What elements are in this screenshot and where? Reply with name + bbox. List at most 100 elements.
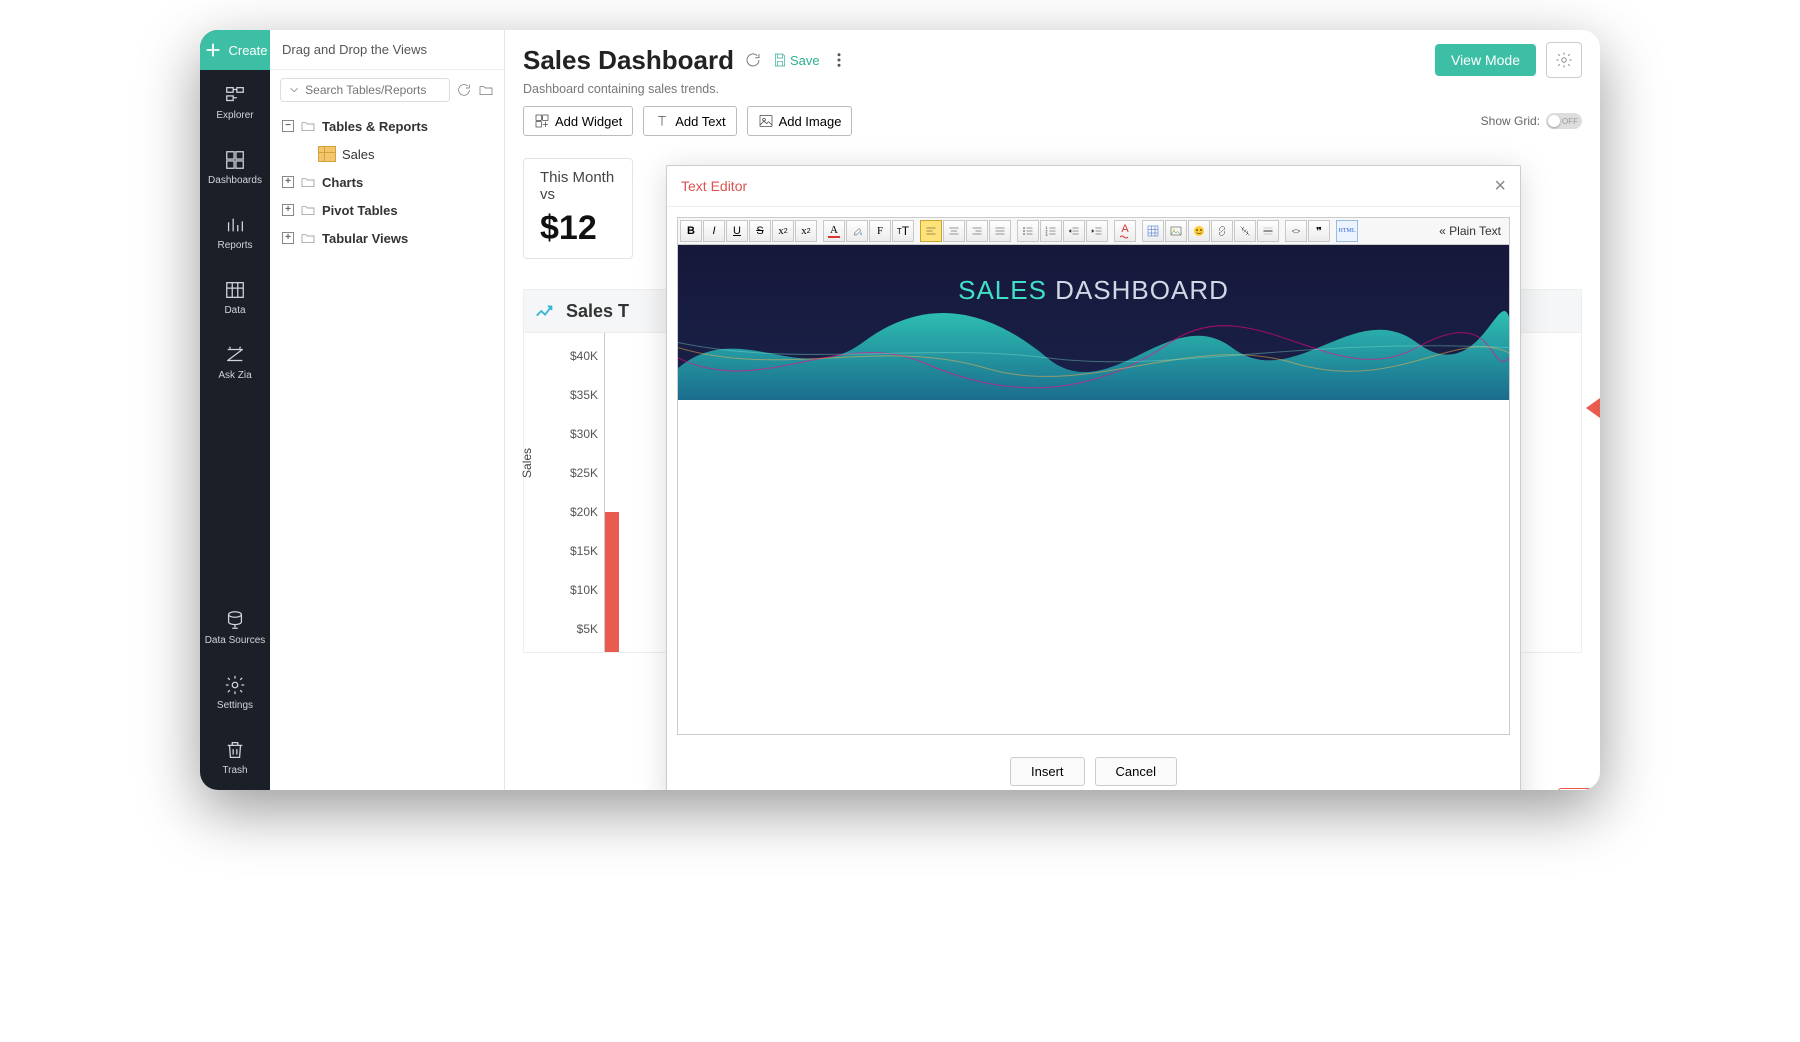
- folder-icon: [300, 202, 316, 218]
- save-icon: [772, 52, 788, 68]
- strike-button[interactable]: S: [749, 220, 771, 242]
- hr-button[interactable]: [1257, 220, 1279, 242]
- nav-explorer[interactable]: Explorer: [200, 70, 270, 135]
- plain-text-toggle[interactable]: « Plain Text: [1439, 224, 1507, 238]
- nav-trash-label: Trash: [222, 765, 247, 776]
- y-tick: $10K: [530, 583, 598, 597]
- banner-waves-icon: [678, 245, 1509, 400]
- font-family-button[interactable]: F: [869, 220, 891, 242]
- table-button[interactable]: [1142, 220, 1164, 242]
- reports-icon: [224, 214, 246, 236]
- trash-icon: [224, 739, 246, 761]
- underline-button[interactable]: U: [726, 220, 748, 242]
- gear-icon: [1555, 51, 1573, 69]
- banner-title-1: SALES: [958, 275, 1047, 305]
- settings-button[interactable]: [1546, 42, 1582, 78]
- expand-icon[interactable]: +: [282, 204, 294, 216]
- nav-datasources[interactable]: Data Sources: [200, 595, 270, 660]
- nav-askzia[interactable]: Ask Zia: [200, 330, 270, 395]
- modal-footer: Insert Cancel: [667, 745, 1520, 790]
- tree-sales[interactable]: Sales: [278, 140, 496, 168]
- banner-title: SALES DASHBOARD: [678, 275, 1509, 306]
- show-grid-label: Show Grid:: [1481, 114, 1540, 128]
- add-text-button[interactable]: Add Text: [643, 106, 736, 136]
- folder-icon: [300, 174, 316, 190]
- italic-button[interactable]: I: [703, 220, 725, 242]
- more-icon[interactable]: [830, 51, 848, 69]
- refresh-icon[interactable]: [456, 82, 472, 98]
- html-button[interactable]: <>: [1285, 220, 1307, 242]
- create-button[interactable]: Create: [200, 30, 270, 70]
- folder-icon: [300, 230, 316, 246]
- view-mode-button[interactable]: View Mode: [1435, 44, 1536, 76]
- subscript-button[interactable]: x2: [772, 220, 794, 242]
- askzia-icon: [224, 344, 246, 366]
- nav-askzia-label: Ask Zia: [218, 370, 251, 381]
- indent-button[interactable]: [1086, 220, 1108, 242]
- nav-settings-label: Settings: [217, 700, 253, 711]
- unlink-button[interactable]: [1234, 220, 1256, 242]
- nav-reports[interactable]: Reports: [200, 200, 270, 265]
- collapse-icon[interactable]: −: [282, 120, 294, 132]
- close-icon[interactable]: ×: [1494, 176, 1506, 196]
- ul-button[interactable]: [1017, 220, 1039, 242]
- nav-settings[interactable]: Settings: [200, 660, 270, 725]
- tree-pivot[interactable]: + Pivot Tables: [278, 196, 496, 224]
- source-button[interactable]: HTML: [1336, 220, 1358, 242]
- kpi-card[interactable]: This Month vs $12: [523, 158, 633, 259]
- search-input-wrap[interactable]: [280, 78, 450, 102]
- tree-pivot-label: Pivot Tables: [322, 203, 398, 218]
- text-icon: [654, 113, 670, 129]
- text-editor-modal: Text Editor × B I U S x2 x2 A F TT: [666, 165, 1521, 790]
- bold-button[interactable]: B: [680, 220, 702, 242]
- add-widget-button[interactable]: Add Widget: [523, 106, 633, 136]
- banner-title-2: DASHBOARD: [1055, 275, 1229, 305]
- nav-datasources-label: Data Sources: [205, 635, 266, 646]
- nav-reports-label: Reports: [217, 240, 252, 251]
- folder-icon[interactable]: [478, 82, 494, 98]
- link-button[interactable]: [1211, 220, 1233, 242]
- nav-dashboards[interactable]: Dashboards: [200, 135, 270, 200]
- vertical-nav: Create Explorer Dashboards Reports Data …: [200, 30, 270, 790]
- insert-image-button[interactable]: [1165, 220, 1187, 242]
- editor-canvas[interactable]: SALES DASHBOARD: [677, 245, 1510, 735]
- y-tick: $5K: [530, 622, 598, 636]
- align-justify-button[interactable]: [989, 220, 1011, 242]
- align-right-button[interactable]: [966, 220, 988, 242]
- trend-icon: [534, 300, 556, 322]
- image-icon: [758, 113, 774, 129]
- cancel-button[interactable]: Cancel: [1095, 757, 1177, 786]
- show-grid-control: Show Grid: OFF: [1481, 113, 1582, 129]
- show-grid-toggle[interactable]: OFF: [1546, 113, 1582, 129]
- bg-color-button[interactable]: [846, 220, 868, 242]
- nav-dashboards-label: Dashboards: [208, 175, 262, 186]
- expand-icon[interactable]: +: [282, 232, 294, 244]
- search-input[interactable]: [305, 83, 443, 97]
- font-color-button[interactable]: A: [823, 220, 845, 242]
- modal-body: B I U S x2 x2 A F TT 123: [667, 207, 1520, 745]
- font-size-button[interactable]: TT: [892, 220, 914, 242]
- emoji-button[interactable]: [1188, 220, 1210, 242]
- save-button[interactable]: Save: [772, 52, 820, 68]
- tree-charts[interactable]: + Charts: [278, 168, 496, 196]
- expand-icon[interactable]: +: [282, 176, 294, 188]
- tree-tabular[interactable]: + Tabular Views: [278, 224, 496, 252]
- nav-trash[interactable]: Trash: [200, 725, 270, 790]
- add-image-button[interactable]: Add Image: [747, 106, 853, 136]
- refresh-icon[interactable]: [744, 51, 762, 69]
- insert-button[interactable]: Insert: [1010, 757, 1085, 786]
- explorer-panel: Drag and Drop the Views − Tables & Repor…: [270, 30, 505, 790]
- clear-format-button[interactable]: A: [1114, 220, 1136, 242]
- superscript-button[interactable]: x2: [795, 220, 817, 242]
- align-center-button[interactable]: [943, 220, 965, 242]
- tree-sales-label: Sales: [342, 147, 375, 162]
- quote-button[interactable]: ❞: [1308, 220, 1330, 242]
- outdent-button[interactable]: [1063, 220, 1085, 242]
- y-tick: $40K: [530, 349, 598, 363]
- explorer-icon: [224, 84, 246, 106]
- tree-root[interactable]: − Tables & Reports: [278, 112, 496, 140]
- nav-data[interactable]: Data: [200, 265, 270, 330]
- value-callout: $85...: [1558, 788, 1600, 790]
- ol-button[interactable]: 123: [1040, 220, 1062, 242]
- align-left-button[interactable]: [920, 220, 942, 242]
